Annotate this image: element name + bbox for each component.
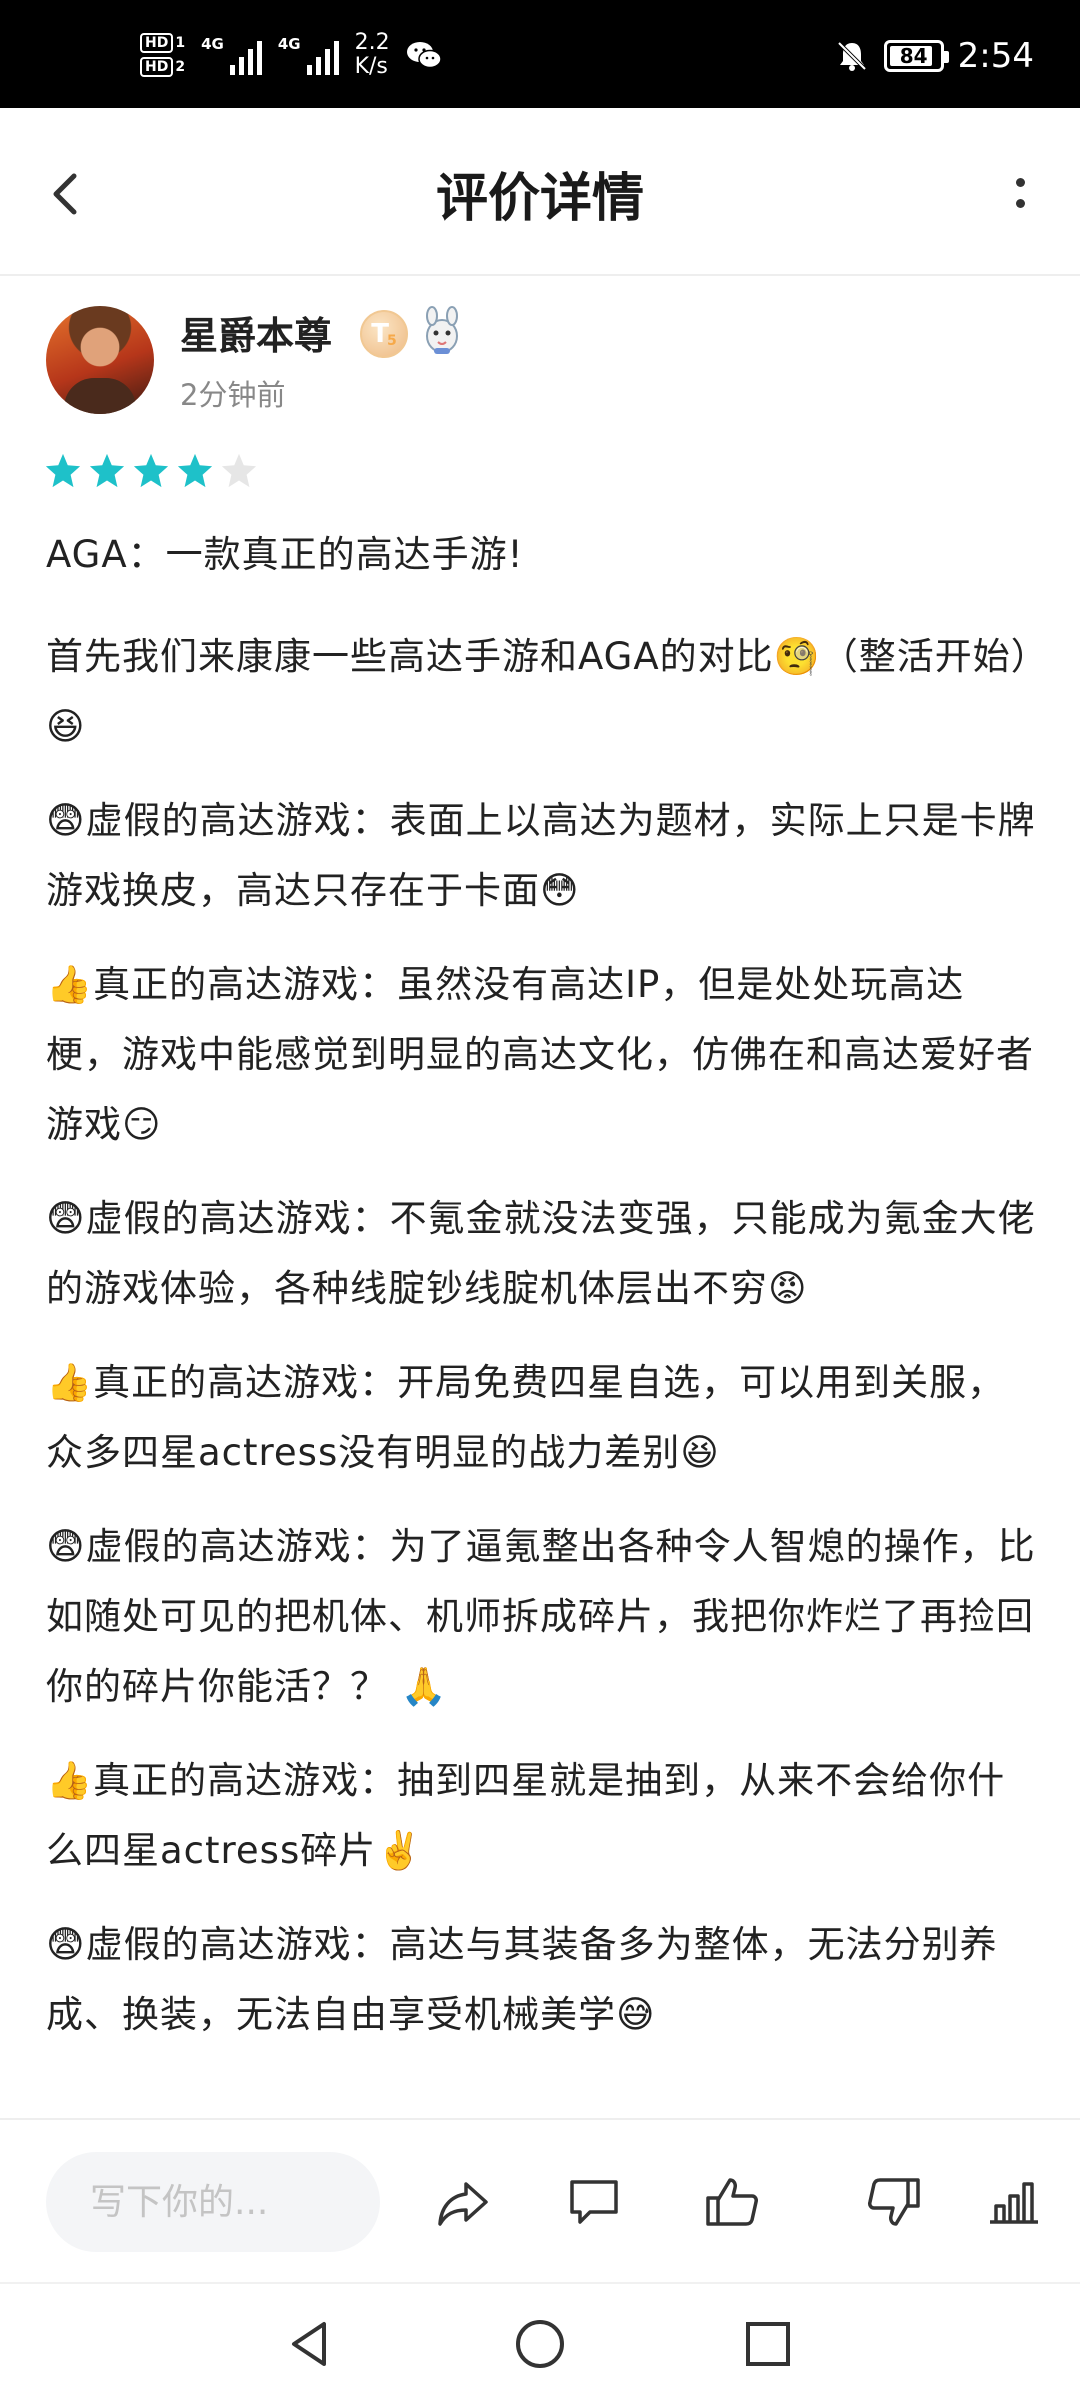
star-filled-icon	[45, 453, 81, 488]
battery-icon: 84	[883, 40, 949, 72]
rating-stars	[44, 452, 258, 490]
comment-icon[interactable]	[564, 2172, 624, 2232]
review-paragraph: 😨虚假的高达游戏：不氪金就没法变强，只能成为氪金大佬的游戏体验，各种线腚钞线腚机…	[46, 1197, 1036, 1310]
comment-input[interactable]	[46, 2152, 380, 2252]
clock: 2:54	[957, 36, 1034, 76]
signal-icon-2: 4G	[278, 35, 339, 75]
speed-unit: K/s	[354, 54, 388, 79]
wechat-icon	[406, 42, 442, 69]
status-bar: HD 1 HD 2 4G 4G 2.2 K/s 84 2:54	[0, 0, 1080, 108]
signal-icon-1: 4G	[201, 35, 262, 75]
like-icon[interactable]	[702, 2172, 762, 2232]
share-icon[interactable]	[432, 2172, 492, 2232]
pet-badge-icon	[426, 306, 458, 354]
post-time: 2分钟前	[180, 378, 286, 412]
mute-bell-icon	[837, 41, 867, 71]
review-content: AGA：一款真正的高达手游! 首先我们来康康一些高达手游和AGA的对比🧐（整活开始…	[46, 520, 1036, 2074]
star-filled-icon	[133, 453, 169, 488]
sim2-hd-label: HD	[140, 57, 174, 77]
review-paragraph: 👍真正的高达游戏：开局免费四星自选，可以用到关服，众多四星actress没有明显…	[46, 1361, 1006, 1474]
battery-level: 84	[899, 44, 928, 68]
review-paragraph: 😨虚假的高达游戏：为了逼氪整出各种令人智熄的操作，比如随处可见的把机体、机师拆成…	[46, 1525, 1036, 1708]
sim1-number: 1	[175, 35, 186, 51]
review-paragraph: 😨虚假的高达游戏：高达与其装备多为整体，无法分别养成、换装，无法自由享受机械美学…	[46, 1923, 998, 2036]
app-header: 评价详情	[0, 108, 1080, 276]
nav-recents-icon[interactable]	[738, 2314, 798, 2374]
star-filled-icon	[89, 453, 125, 488]
level-badge-number: 5	[387, 333, 397, 349]
review-paragraph: AGA：一款真正的高达手游!	[46, 533, 524, 576]
sim1-hd-label: HD	[140, 33, 174, 53]
sim-indicators: HD 1 HD 2	[140, 33, 185, 77]
nav-home-icon[interactable]	[510, 2314, 570, 2374]
network-type-2: 4G	[277, 35, 301, 53]
more-options-icon[interactable]	[990, 158, 1050, 228]
dislike-icon[interactable]	[864, 2172, 924, 2232]
sim2-number: 2	[175, 59, 186, 75]
avatar[interactable]	[46, 306, 154, 414]
star-filled-icon	[177, 453, 213, 488]
nav-back-icon[interactable]	[280, 2314, 340, 2374]
stats-icon[interactable]	[984, 2172, 1044, 2232]
review-paragraph: 👍真正的高达游戏：虽然没有高达IP，但是处处玩高达梗，游戏中能感觉到明显的高达文…	[46, 963, 1034, 1146]
review-paragraph: 首先我们来康康一些高达手游和AGA的对比🧐（整活开始）😆	[46, 635, 1031, 748]
speed-value: 2.2	[354, 30, 390, 55]
star-empty-icon	[221, 453, 257, 488]
review-paragraph: 👍真正的高达游戏：抽到四星就是抽到，从来不会给你什么四星actress碎片✌️	[46, 1759, 1006, 1872]
author-name[interactable]: 星爵本尊	[180, 305, 332, 360]
system-nav-bar	[0, 2282, 1080, 2400]
network-speed: 2.2 K/s	[355, 31, 390, 79]
level-badge: T5	[360, 310, 408, 358]
network-type-1: 4G	[201, 35, 224, 53]
review-paragraph: 😨虚假的高达游戏：表面上以高达为题材，实际上只是卡牌游戏换皮，高达只存在于卡面😳	[46, 799, 1036, 912]
bottom-action-bar	[0, 2118, 1080, 2280]
page-title: 评价详情	[435, 169, 644, 229]
